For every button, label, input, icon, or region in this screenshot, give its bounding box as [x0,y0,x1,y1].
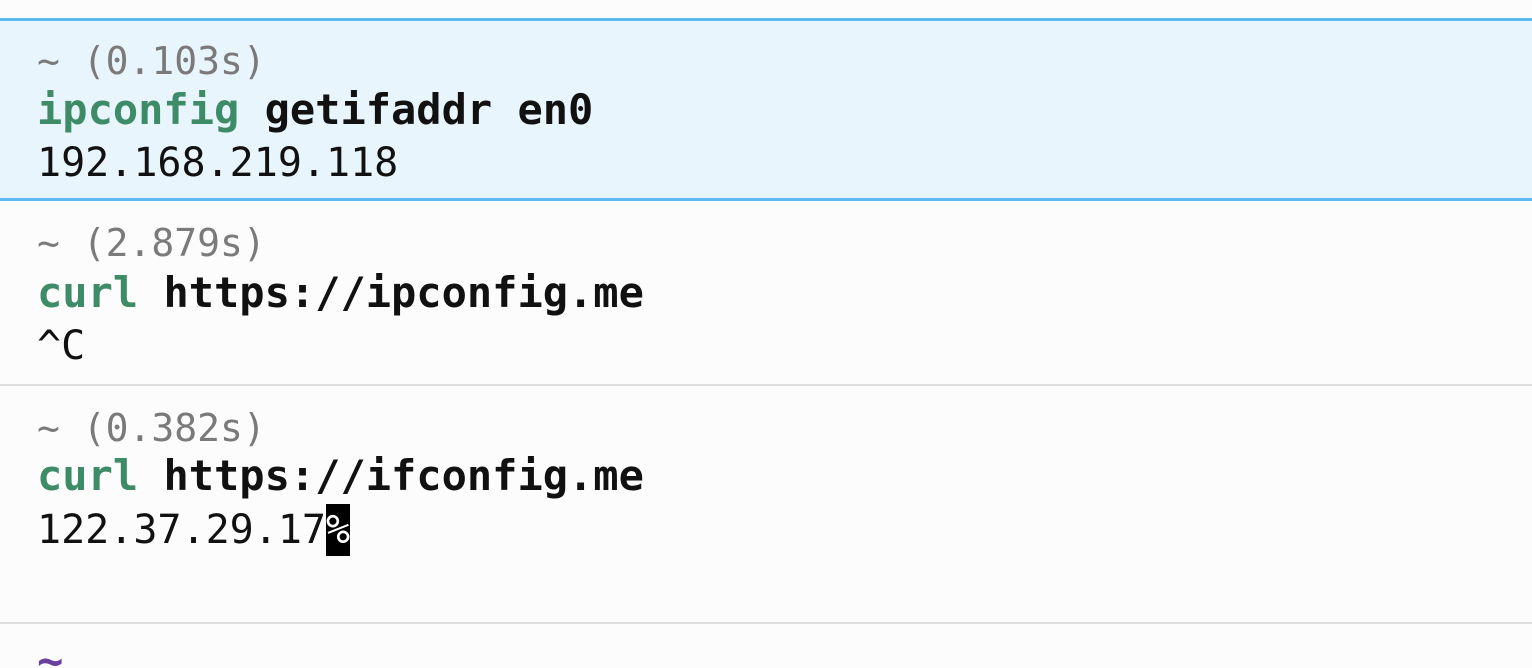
command-program: curl [37,268,139,317]
block-output: 122.37.29.17% [37,504,351,556]
block-command: curl https://ipconfig.me [37,267,644,319]
command-args: getifaddr en0 [239,85,594,134]
block-meta: ~ (0.382s) [37,406,266,450]
command-args: https://ipconfig.me [138,268,644,317]
block-command: curl https://ifconfig.me [37,450,644,502]
command-block-3[interactable]: ~ (0.382s) curl https://ifconfig.me 122.… [0,386,1532,624]
block-meta: ~ (0.103s) [37,39,266,83]
command-program: ipconfig [37,85,240,134]
input-prompt[interactable]: ~ [37,636,64,668]
command-block-2[interactable]: ~ (2.879s) curl https://ipconfig.me ^C [0,201,1532,386]
terminal-window: ~ (0.103s) ipconfig getifaddr en0 192.16… [0,0,1532,668]
no-newline-marker: % [325,504,351,556]
command-args: https://ifconfig.me [138,451,644,500]
block-meta: ~ (2.879s) [37,221,266,265]
block-output: 192.168.219.118 [37,140,399,186]
command-block-1[interactable]: ~ (0.103s) ipconfig getifaddr en0 192.16… [0,18,1532,201]
block-command: ipconfig getifaddr en0 [37,84,593,136]
block-output: ^C [37,323,86,369]
output-text: 122.37.29.17 [37,507,326,553]
command-program: curl [37,451,139,500]
